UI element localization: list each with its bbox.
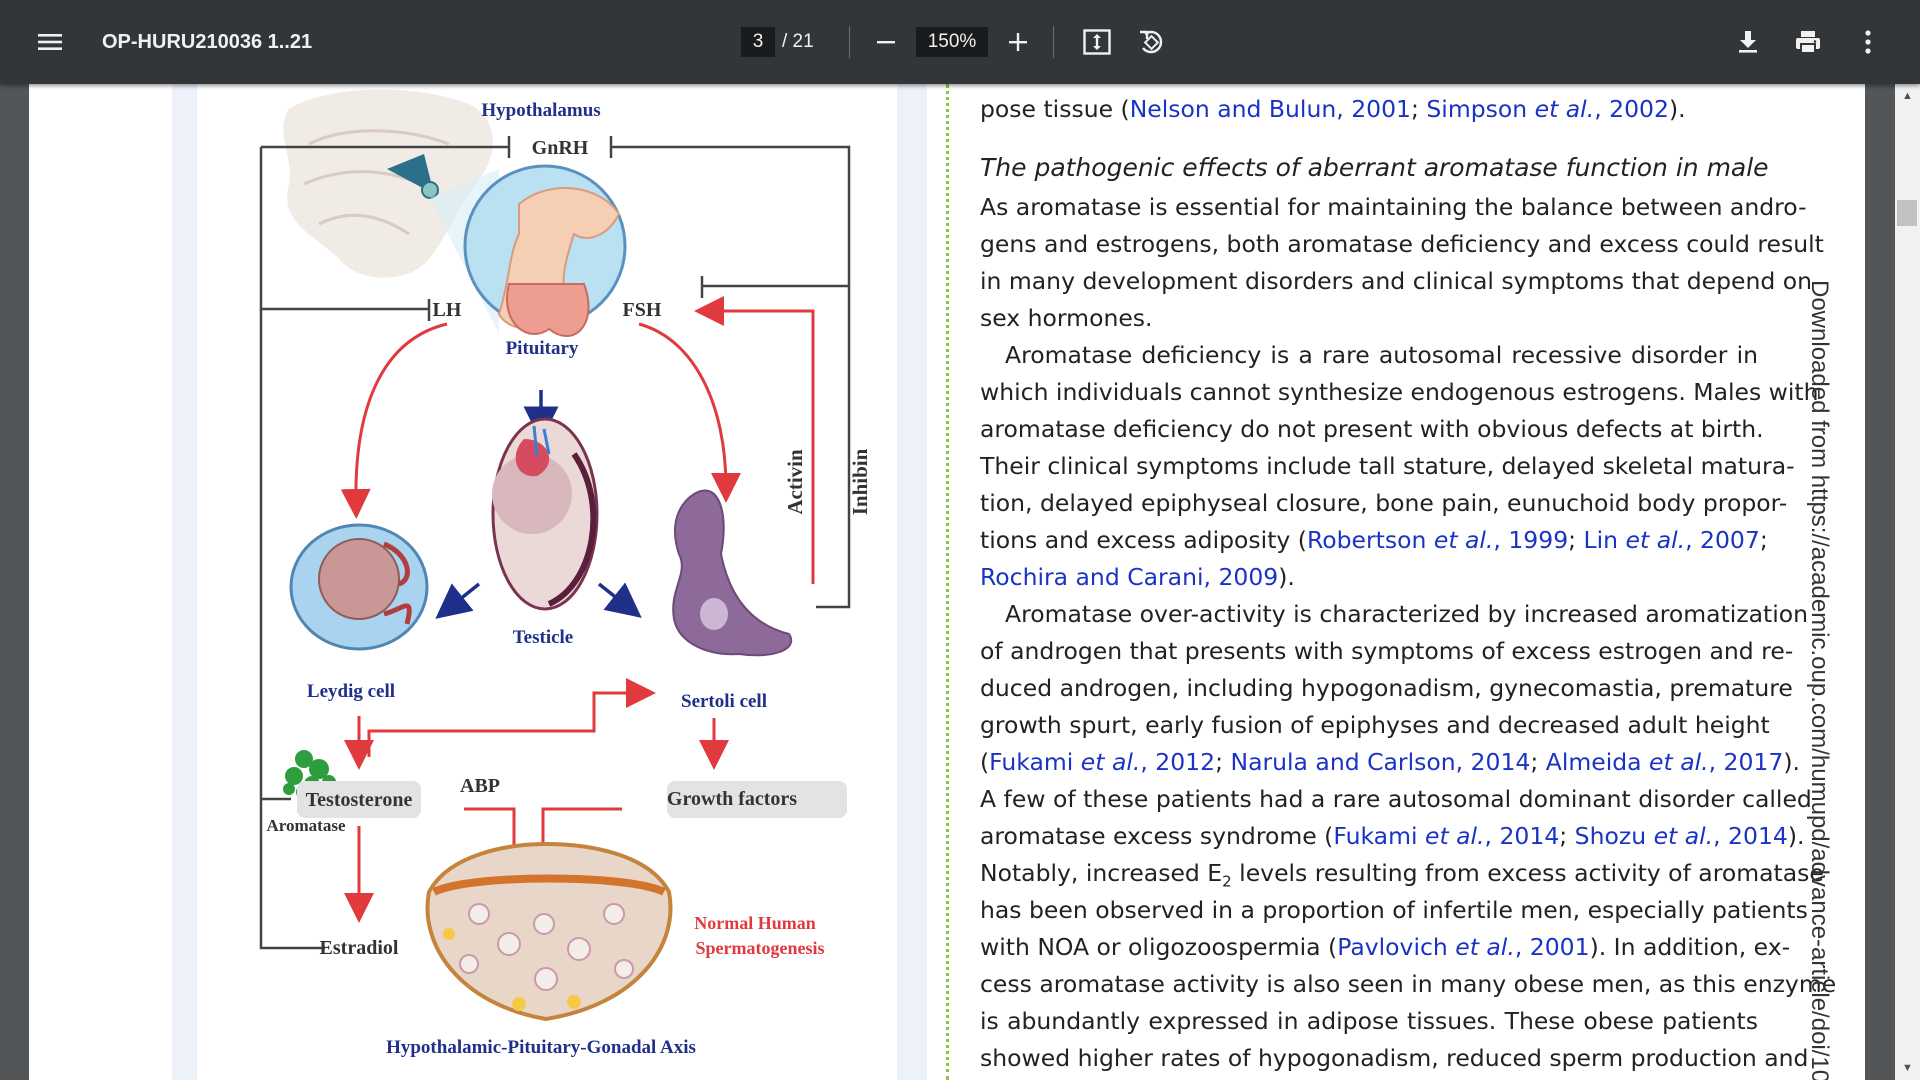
text-line: Aromatase deficiency is a rare autosomal… (1005, 341, 1758, 369)
label-gnrh: GnRH (532, 137, 589, 159)
more-options-button[interactable] (1848, 22, 1888, 62)
text-line: showed higher rates of hypogonadism, red… (980, 1044, 1809, 1072)
scrollbar-track[interactable] (1895, 84, 1920, 1080)
text-line: has been observed in a proportion of inf… (980, 896, 1808, 924)
text-line: gens and estrogens, both aromatase defic… (980, 230, 1824, 258)
text-line: in many development disorders and clinic… (980, 267, 1813, 295)
text-line: of androgen that presents with symptoms … (980, 637, 1794, 665)
label-spermatogenesis: Spermatogenesis (696, 938, 825, 958)
section-heading: The pathogenic effects of aberrant aroma… (980, 153, 1769, 182)
citation-link[interactable]: Rochira and Carani, 2009 (980, 563, 1278, 591)
text-line: As aromatase is essential for maintainin… (980, 193, 1807, 221)
figure-title: Hypothalamic-Pituitary-Gonadal Axis (386, 1037, 696, 1058)
text-line: Their clinical symptoms include tall sta… (980, 452, 1795, 480)
scroll-up-arrow[interactable]: ▲ (1895, 86, 1920, 106)
label-lh: LH (433, 299, 462, 321)
text-line: aromatase deficiency do not present with… (980, 415, 1764, 443)
label-fsh: FSH (623, 299, 662, 321)
brain-illustration (283, 89, 499, 334)
menu-button[interactable] (30, 22, 70, 62)
label-testicle: Testicle (513, 627, 574, 648)
text-line: duced androgen, including hypogonadism, … (980, 674, 1793, 702)
sertoli-cell-illustration (672, 489, 793, 657)
citation-link[interactable]: Almeida et al., 2017 (1546, 748, 1784, 776)
text-line: with NOA or oligozoospermia (Pavlovich e… (980, 933, 1791, 961)
citation-link[interactable]: Fukami et al., 2014 (1333, 822, 1559, 850)
pdf-toolbar: OP-HURU210036 1..21 3 / 21 150% (0, 0, 1920, 84)
label-sertoli-cell: Sertoli cell (681, 691, 767, 712)
citation-link[interactable]: Nelson and Bulun, 2001 (1130, 95, 1411, 123)
download-watermark: Downloaded from https://academic.oup.com… (1806, 280, 1833, 1080)
zoom-level-input[interactable]: 150% (916, 27, 988, 57)
text-line: pose tissue (Nelson and Bulun, 2001; Sim… (980, 95, 1686, 123)
download-icon (1739, 31, 1757, 53)
label-hypothalamus: Hypothalamus (481, 100, 600, 121)
label-aromatase: Aromatase (267, 816, 346, 835)
pdf-page: Hypothalamus GnRH LH FSH Pituitary Activ… (29, 84, 1865, 1080)
minus-icon (877, 41, 895, 44)
document-title: OP-HURU210036 1..21 (102, 30, 313, 53)
text-line: sex hormones. (980, 304, 1153, 332)
text-line: Rochira and Carani, 2009). (980, 563, 1295, 591)
plus-icon (1009, 33, 1027, 51)
column-divider (946, 84, 949, 1080)
toolbar-divider (1053, 26, 1054, 58)
download-button[interactable] (1728, 22, 1768, 62)
menu-icon (38, 34, 62, 50)
label-leydig-cell: Leydig cell (307, 681, 395, 702)
leydig-cell-illustration (289, 523, 429, 651)
text-line: Aromatase over-activity is characterized… (1005, 600, 1809, 628)
label-activin: Activin (783, 449, 807, 515)
rotate-icon (1140, 30, 1163, 54)
page-number-input[interactable]: 3 (741, 27, 775, 57)
rotate-button[interactable] (1131, 22, 1171, 62)
text-line: which individuals cannot synthesize endo… (980, 378, 1819, 406)
toolbar-divider (849, 26, 850, 58)
label-pituitary: Pituitary (506, 338, 579, 359)
text-line: cess aromatase activity is also seen in … (980, 970, 1837, 998)
citation-link[interactable]: Robertson et al., 1999 (1307, 526, 1568, 554)
print-button[interactable] (1788, 22, 1828, 62)
citation-link[interactable]: Lin et al., 2007 (1584, 526, 1760, 554)
citation-link[interactable]: Narula and Carlson, 2014 (1230, 748, 1530, 776)
citation-link[interactable]: Fukami et al., 2012 (989, 748, 1215, 776)
text-line: tion, delayed epiphyseal closure, bone p… (980, 489, 1788, 517)
hpg-axis-figure: Hypothalamus GnRH LH FSH Pituitary Activ… (259, 89, 872, 1058)
text-line: aromatase excess syndrome (Fukami et al.… (980, 822, 1805, 850)
page-total: / 21 (782, 31, 814, 52)
citation-link[interactable]: Pavlovich et al., 2001 (1337, 933, 1589, 961)
fit-to-page-button[interactable] (1077, 22, 1117, 62)
citation-link[interactable]: Simpson et al., 2002 (1426, 95, 1669, 123)
text-line: growth spurt, early fusion of epiphyses … (980, 711, 1770, 739)
more-vert-icon (1865, 30, 1871, 54)
label-testosterone: Testosterone (306, 789, 413, 811)
label-normal-human: Normal Human (694, 913, 816, 933)
fit-page-icon (1083, 29, 1111, 55)
text-line: is abundantly expressed in adipose tissu… (980, 1007, 1758, 1035)
testicle-illustration (491, 417, 599, 611)
scrollbar-thumb[interactable] (1897, 200, 1917, 226)
scroll-down-arrow[interactable]: ▼ (1895, 1058, 1920, 1078)
label-estradiol: Estradiol (320, 937, 399, 959)
text-line: A few of these patients had a rare autos… (980, 785, 1812, 813)
label-inhibin: Inhibin (848, 448, 872, 515)
label-abp: ABP (460, 775, 500, 797)
label-growth-factors: Growth factors (667, 788, 797, 810)
text-line: (Fukami et al., 2012; Narula and Carlson… (980, 748, 1800, 776)
print-icon (1796, 31, 1820, 54)
text-line: tions and excess adiposity (Robertson et… (980, 526, 1768, 554)
citation-link[interactable]: Shozu et al., 2014 (1575, 822, 1788, 850)
zoom-out-button[interactable] (866, 22, 906, 62)
text-line: Notably, increased E2 levels resulting f… (980, 859, 1824, 891)
zoom-in-button[interactable] (998, 22, 1038, 62)
seminiferous-tubule-illustration (425, 841, 673, 1022)
